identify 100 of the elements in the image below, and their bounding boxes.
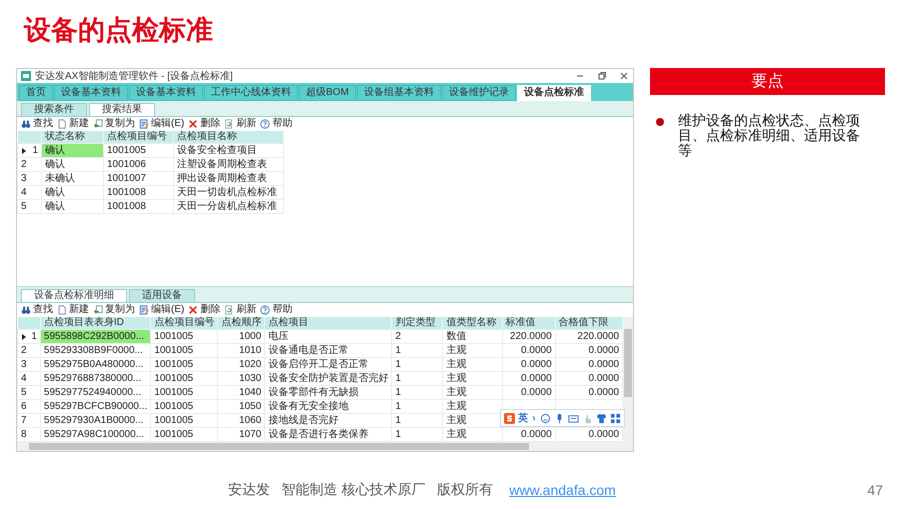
table-cell: 天田一切齿机点检标准 [174,186,284,200]
column-header[interactable]: 点检项目编号 [150,317,218,330]
edit-icon [139,119,149,129]
table-cell: 5952976887380000... [40,372,151,386]
table-cell: 0.0000 [502,344,556,358]
tab[interactable]: 适用设备 [129,289,195,302]
column-header[interactable]: 点检项目编号 [104,131,174,144]
vertical-scrollbar[interactable] [623,317,633,442]
row-number: 1 [32,144,38,156]
tab[interactable]: 设备点检标准明细 [21,289,127,302]
table-cell: 确认 [42,200,104,214]
key-point: 维护设备的点检状态、点检项目、点检标准明细、适用设备等 [678,113,861,158]
table-cell: 主观 [442,372,502,386]
toolbar-button[interactable]: 新建 [57,118,89,130]
footer-text: 安达发 智能制造 核心技术原厂 版权所有 [228,481,494,499]
tab[interactable]: 设备组基本资料 [356,85,441,101]
tab[interactable]: 搜索条件 [21,103,87,116]
close-icon[interactable] [619,71,629,81]
close-icon [188,119,198,129]
tab[interactable]: 工作中心线体资料 [204,85,298,101]
toolbar-button[interactable]: 删除 [188,118,220,130]
tab[interactable]: 设备点检标准 [516,85,591,101]
binoculars-icon [21,305,31,315]
table-cell: 1001005 [150,372,218,386]
table-cell: 1001005 [104,144,174,158]
bullet-icon [656,118,664,126]
tab[interactable]: 搜索结果 [89,103,155,116]
toolbar-button[interactable]: 删除 [188,304,220,316]
table-cell: 设备是否进行各类保养 [264,428,392,442]
input-mode-label[interactable]: 英 [518,411,528,425]
table-cell: 主观 [442,386,502,400]
table-cell: 数值 [442,330,502,344]
table-cell: 0.0000 [502,372,556,386]
table-cell: 1010 [218,344,265,358]
table-cell: 注塑设备周期检查表 [174,158,284,172]
table-cell: 1001006 [104,158,174,172]
toolbar-button[interactable]: 刷新 [224,118,256,130]
table-cell: 2 [392,330,443,344]
row-number: 2 [21,344,27,356]
table-cell: 0.0000 [555,372,623,386]
toolbar-button[interactable]: 帮助 [260,304,292,316]
table-cell: 设备通电是否正常 [264,344,392,358]
app-icon [21,71,31,81]
slide-title: 设备的点检标准 [24,14,213,47]
table-cell: 1001005 [150,428,218,442]
column-header[interactable]: 点检项目名称 [174,131,284,144]
grid-icon [610,412,621,424]
toolbar-button[interactable]: 查找 [21,304,53,316]
row-number: 1 [31,330,37,342]
table-cell: 220.0000 [502,330,556,344]
restore-icon[interactable] [597,71,607,81]
table-cell: 595297A98C100000... [40,428,151,442]
table-cell: 1 [392,414,443,428]
row-number: 3 [21,172,27,184]
column-header[interactable]: 点检顺序 [218,317,265,330]
table-cell: 1001005 [150,358,218,372]
row-number: 8 [21,428,27,440]
table-cell: 0.0000 [555,358,623,372]
column-header[interactable]: 点检项目 [264,317,392,330]
toolbar-button[interactable]: 复制为 [93,304,135,316]
table-cell: 0.0000 [555,386,623,400]
column-header[interactable]: 状态名称 [42,131,104,144]
table-cell: 0.0000 [502,358,556,372]
column-header[interactable]: 判定类型 [392,317,443,330]
column-header[interactable]: 值类型名称 [442,317,502,330]
table-cell: 确认 [42,186,104,200]
ime-toolbar[interactable]: 英 [500,409,625,427]
tab[interactable]: 设备基本资料 [54,85,128,101]
toolbar-button[interactable]: 编辑(E) [139,118,184,130]
table-cell: 1020 [218,358,265,372]
toolbar-button[interactable]: 编辑(E) [139,304,184,316]
table-cell: 1 [392,386,443,400]
row-number: 5 [21,386,27,398]
table-cell: 1 [392,428,443,442]
toolbar-button[interactable]: 复制为 [93,118,135,130]
table-cell: 1040 [218,386,265,400]
toolbar-button[interactable]: 新建 [57,304,89,316]
column-header[interactable]: 标准值 [502,317,556,330]
table-cell: 595297BCFCB90000... [40,400,151,414]
tab[interactable]: 设备基本资料 [129,85,203,101]
tab[interactable]: 设备维护记录 [442,85,516,101]
column-header[interactable]: 合格值下限 [555,317,623,330]
tab[interactable]: 超级BOM [299,85,356,101]
table-cell: 0.0000 [502,386,556,400]
toolbar-button[interactable]: 刷新 [224,304,256,316]
row-number: 7 [21,414,27,426]
page-number: 47 [867,482,883,498]
toolbar-button[interactable]: 查找 [21,118,53,130]
toolbar-button[interactable]: 帮助 [260,118,292,130]
row-number: 4 [21,186,27,198]
table-cell: 1030 [218,372,265,386]
tab[interactable]: 首页 [19,85,53,101]
table-cell: 1 [392,400,443,414]
row-number: 4 [21,372,27,384]
logo-icon [504,412,515,424]
column-header[interactable]: 点检项目表表身ID [40,317,151,330]
table-cell: 天田一分齿机点检标准 [174,200,284,214]
table-cell: 主观 [442,344,502,358]
table-cell: 接地线是否完好 [264,414,392,428]
horizontal-scrollbar[interactable] [17,442,633,451]
